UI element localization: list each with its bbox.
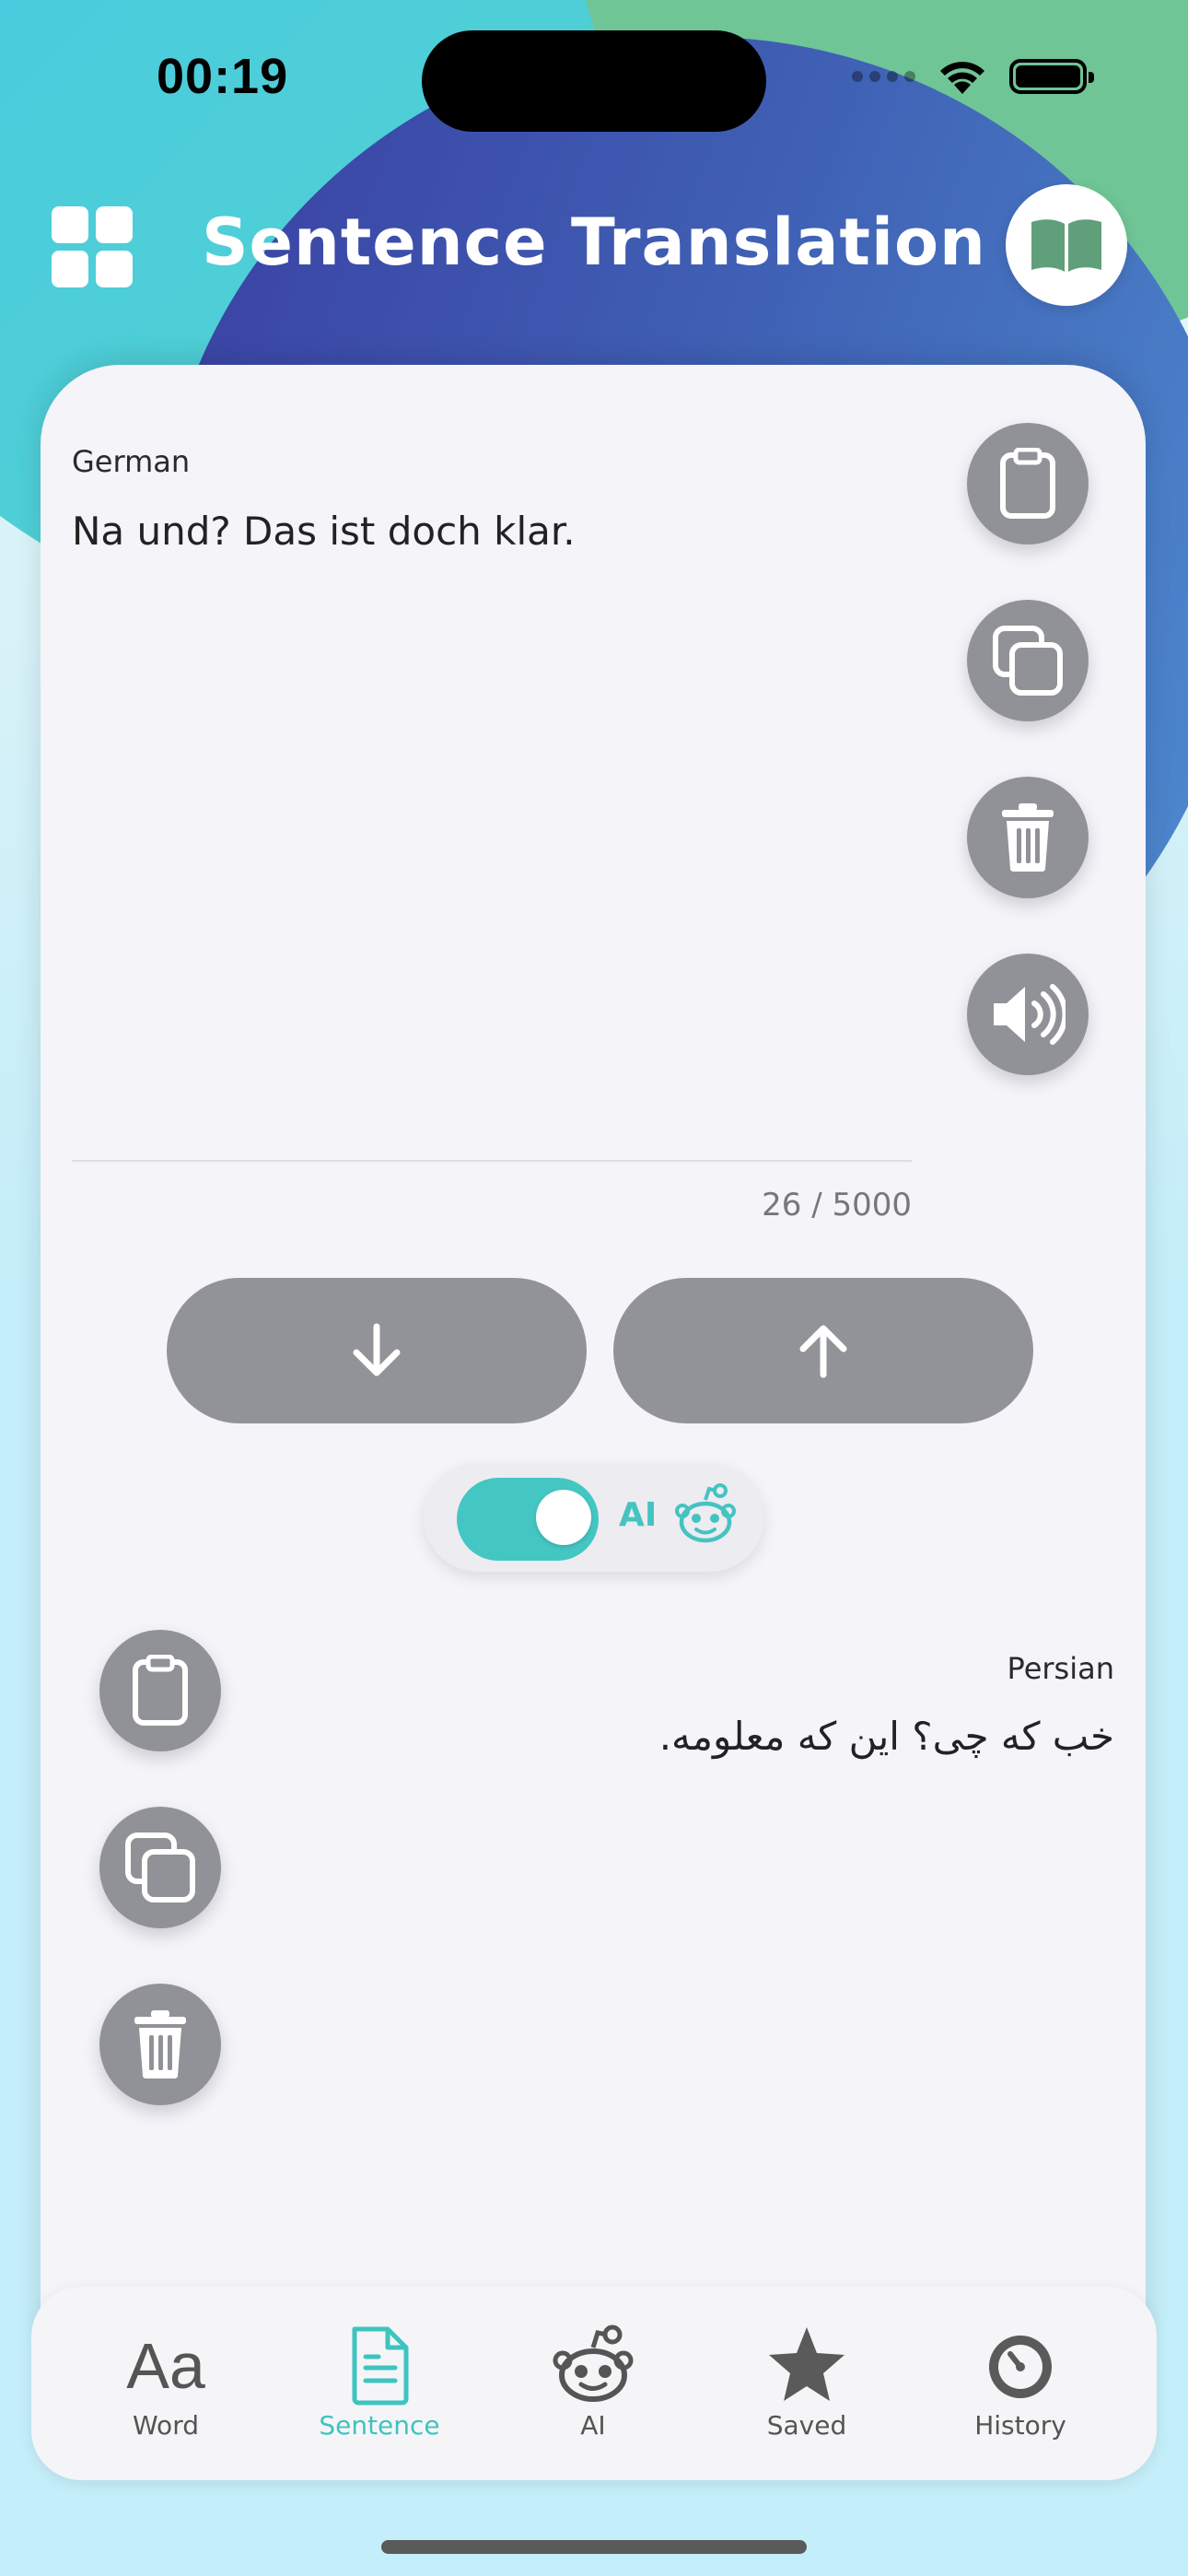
clipboard-icon	[133, 1655, 188, 1726]
robot-icon	[553, 2324, 634, 2402]
ai-toggle[interactable]: AI	[424, 1463, 764, 1572]
book-icon	[1031, 219, 1101, 272]
copy-icon	[125, 1832, 195, 1903]
paste-source-button[interactable]	[967, 423, 1089, 544]
word-icon: Aa	[126, 2330, 205, 2402]
home-indicator	[381, 2540, 807, 2554]
tab-sentence[interactable]: Sentence	[287, 2287, 472, 2480]
copy-source-button[interactable]	[967, 600, 1089, 721]
speaker-icon	[994, 984, 1066, 1045]
ai-switch[interactable]	[457, 1478, 599, 1561]
document-icon	[352, 2326, 409, 2406]
robot-icon	[675, 1483, 736, 1543]
clear-source-button[interactable]	[967, 777, 1089, 898]
tab-sentence-label: Sentence	[319, 2410, 440, 2441]
trash-icon	[134, 2010, 186, 2078]
wifi-icon	[940, 62, 984, 94]
tab-ai-label: AI	[580, 2410, 606, 2441]
tab-history-label: History	[974, 2410, 1066, 2441]
paste-target-button[interactable]	[99, 1630, 221, 1751]
arrow-down-icon	[353, 1323, 401, 1376]
translate-up-button[interactable]	[613, 1278, 1033, 1423]
star-icon	[769, 2327, 844, 2401]
dynamic-island	[422, 30, 766, 132]
ai-toggle-label: AI	[619, 1496, 658, 1534]
target-text: خب که چی؟ این که معلومه.	[658, 1714, 1114, 1759]
tab-word[interactable]: Aa Word	[74, 2287, 258, 2480]
tab-word-label: Word	[133, 2410, 199, 2441]
trash-icon	[1002, 803, 1054, 872]
svg-text:Aa: Aa	[126, 2330, 205, 2402]
source-divider	[72, 1160, 912, 1162]
copy-target-button[interactable]	[99, 1807, 221, 1928]
clipboard-icon	[1000, 448, 1055, 519]
character-counter: 26 / 5000	[762, 1187, 912, 1224]
clear-target-button[interactable]	[99, 1984, 221, 2105]
dictionary-button[interactable]	[1006, 184, 1127, 306]
target-language-label: Persian	[1007, 1651, 1114, 1686]
battery-icon	[1009, 59, 1094, 94]
signal-icon	[852, 71, 915, 82]
source-language-label: German	[72, 444, 191, 479]
tab-saved-label: Saved	[766, 2410, 847, 2441]
status-icons	[852, 57, 1094, 96]
arrow-up-icon	[799, 1325, 847, 1378]
copy-icon	[993, 626, 1063, 696]
translate-down-button[interactable]	[167, 1278, 587, 1423]
source-text-input[interactable]: Na und? Das ist doch klar.	[72, 509, 576, 554]
status-time: 00:19	[157, 49, 289, 104]
tab-history[interactable]: History	[928, 2287, 1112, 2480]
tab-ai[interactable]: AI	[501, 2287, 685, 2480]
history-icon	[989, 2336, 1052, 2398]
tab-saved[interactable]: Saved	[715, 2287, 899, 2480]
speak-source-button[interactable]	[967, 954, 1089, 1075]
tab-bar: Aa Word Sentence AI Saved History	[31, 2287, 1157, 2480]
